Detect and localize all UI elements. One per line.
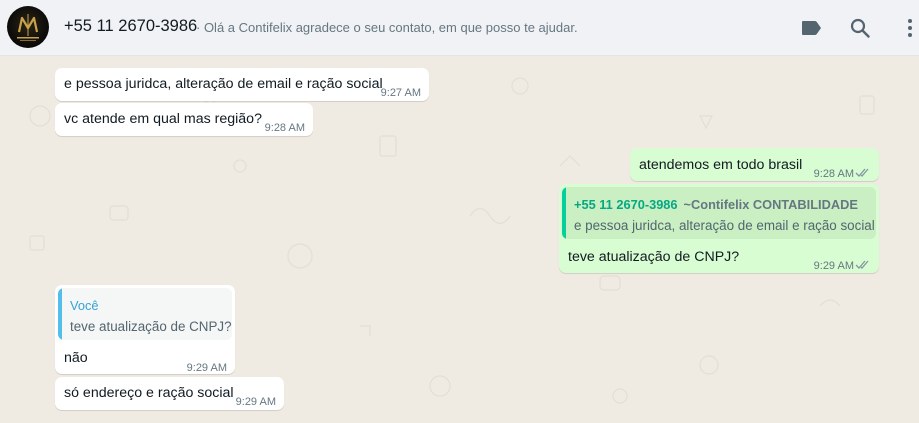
quoted-message[interactable]: +55 11 2670-3986 ~Contifelix CONTABILIDAD… — [562, 187, 876, 239]
contifelix-logo — [17, 14, 39, 41]
message-text: e pessoa juridca, alteração de email e r… — [64, 76, 383, 92]
quote-author-name: +55 11 2670-3986 — [574, 197, 678, 212]
contact-name[interactable]: +55 11 2670-3986 — [64, 17, 197, 36]
message-bubble-outgoing[interactable]: +55 11 2670-3986 ~Contifelix CONTABILIDAD… — [559, 184, 879, 273]
search-icon[interactable] — [847, 15, 873, 41]
quote-bar — [58, 288, 62, 340]
contact-avatar[interactable] — [7, 6, 49, 48]
quote-author: Você — [70, 298, 99, 313]
quote-author-subtitle: ~Contifelix CONTABILIDADE — [683, 197, 858, 212]
message-bubble-outgoing[interactable]: atendemos em todo brasil 9:28 AM — [630, 148, 879, 181]
message-time: 9:28 AM — [264, 122, 305, 134]
message-time: 9:28 AM — [813, 168, 854, 180]
quote-text: teve atualização de CNPJ? — [70, 319, 232, 334]
message-text: atendemos em todo brasil — [639, 157, 803, 173]
message-text: não — [64, 350, 88, 366]
contact-status[interactable]: · Olá a Contifelix agradece o seu contat… — [196, 20, 578, 35]
read-receipt-icon — [855, 260, 869, 269]
message-time: 9:29 AM — [235, 396, 276, 408]
read-receipt-icon — [855, 168, 869, 177]
quote-author: +55 11 2670-3986 ~Contifelix CONTABILIDAD… — [574, 195, 858, 214]
message-bubble-incoming[interactable]: Você teve atualização de CNPJ? não 9:29 … — [55, 285, 235, 374]
message-time: 9:29 AM — [813, 260, 854, 272]
message-bubble-incoming[interactable]: e pessoa juridca, alteração de email e r… — [55, 68, 429, 101]
message-bubble-incoming[interactable]: só endereço e ração social 9:29 AM — [55, 377, 284, 410]
message-text: só endereço e ração social — [64, 385, 234, 401]
quote-bar — [562, 187, 566, 239]
message-bubble-incoming[interactable]: vc atende em qual mas região? 9:28 AM — [55, 103, 313, 136]
message-text: vc atende em qual mas região? — [64, 111, 262, 127]
quote-text: e pessoa juridca, alteração de email e r… — [574, 218, 875, 233]
chat-header: +55 11 2670-3986 · Olá a Contifelix agra… — [0, 0, 919, 56]
message-time: 9:29 AM — [186, 362, 227, 374]
message-text: teve atualização de CNPJ? — [568, 249, 740, 265]
menu-icon[interactable] — [897, 15, 919, 41]
chat-panel[interactable]: e pessoa juridca, alteração de email e r… — [0, 56, 919, 423]
message-time: 9:27 AM — [380, 87, 421, 99]
quoted-message[interactable]: Você teve atualização de CNPJ? — [58, 288, 232, 340]
label-icon[interactable] — [798, 15, 824, 41]
